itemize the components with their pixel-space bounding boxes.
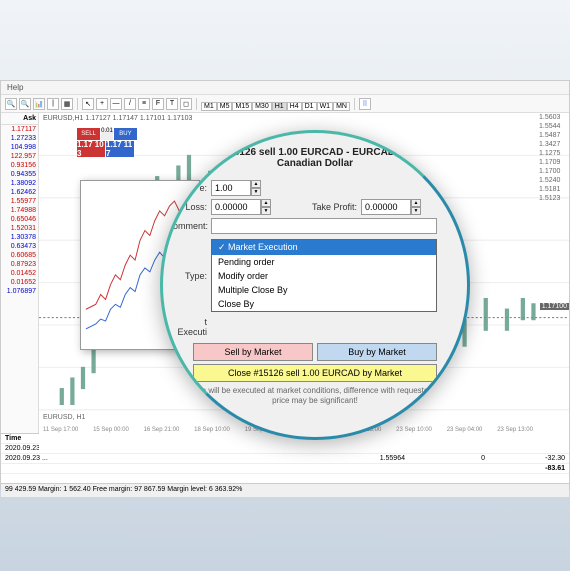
magnifier-lens: Order #15126 sell 1.00 EURCAD - EURCAD, … (160, 130, 470, 440)
vol-up[interactable]: ▲ (251, 180, 261, 188)
text-icon[interactable]: T (166, 98, 178, 110)
zoom-in-icon[interactable]: 🔍 (19, 98, 31, 110)
market-watch-sidebar: Ask 1.171171.27233104.998122.9570.931560… (1, 113, 39, 433)
price-row[interactable]: 122.957 (1, 152, 38, 161)
chart-symbol-info: EURUSD,H1 1.17127 1.17147 1.17101 1.1710… (43, 115, 192, 122)
candle-icon[interactable]: | (47, 98, 59, 110)
timeframe-h1[interactable]: H1 (272, 102, 287, 111)
price-row[interactable]: 1.38092 (1, 179, 38, 188)
buy-market-button[interactable]: Buy by Market (317, 343, 437, 361)
channel-icon[interactable]: ≡ (138, 98, 150, 110)
type-option[interactable]: Pending order (212, 255, 436, 269)
sell-market-button[interactable]: Sell by Market (193, 343, 313, 361)
order-dialog-title: Order #15126 sell 1.00 EURCAD - EURCAD, … (173, 143, 457, 177)
line-icon[interactable]: — (110, 98, 122, 110)
price-row[interactable]: 1.27233 (1, 134, 38, 143)
menubar[interactable]: Help (1, 81, 569, 95)
type-dropdown[interactable]: Market ExecutionPending orderModify orde… (211, 239, 437, 312)
price-row[interactable]: 1.62462 (1, 188, 38, 197)
fib-icon[interactable]: F (152, 98, 164, 110)
toolbar: 🔍 🔍 📊 | ▦ ↖ + — / ≡ F T ◻ M1M5M15M30H1H4… (1, 95, 569, 113)
timeframe-mn[interactable]: MN (333, 102, 350, 111)
quick-sell-price: 1.17 10 3 (77, 141, 105, 157)
shapes-icon[interactable]: ◻ (180, 98, 192, 110)
price-row[interactable]: 1.30378 (1, 233, 38, 242)
tp-up[interactable]: ▲ (411, 199, 421, 207)
stop-loss-input[interactable] (211, 199, 261, 215)
one-click-ticket: SELL 0.01 BUY 1.17 10 3 1.17 11 7 (77, 128, 137, 158)
vol-down[interactable]: ▼ (251, 188, 261, 196)
chart-type-icon[interactable]: 📊 (33, 98, 45, 110)
volume-input[interactable] (211, 180, 251, 196)
price-row[interactable]: 0.01652 (1, 278, 38, 287)
timeframe-m1[interactable]: M1 (201, 102, 217, 111)
timeframe-m15[interactable]: M15 (232, 102, 252, 111)
price-row[interactable]: 104.998 (1, 143, 38, 152)
type-option[interactable]: Modify order (212, 269, 436, 283)
close-position-button[interactable]: Close #15126 sell 1.00 EURCAD by Market (193, 364, 437, 382)
quick-vol[interactable]: 0.01 (101, 128, 113, 140)
price-row[interactable]: 1.74988 (1, 206, 38, 215)
total-profit: -83.61 (485, 465, 565, 472)
status-bar: 99 429.59 Margin: 1 562.40 Free margin: … (1, 483, 569, 497)
price-axis: 1.56031.55441.54871.34271.12751.17091.17… (537, 113, 569, 433)
timeframe-h4[interactable]: H4 (287, 102, 302, 111)
grid-icon[interactable]: ▦ (61, 98, 73, 110)
price-row[interactable]: 0.65046 (1, 215, 38, 224)
take-profit-input[interactable] (361, 199, 411, 215)
exec-label: t Executi (173, 317, 211, 337)
timeframe-d1[interactable]: D1 (302, 102, 317, 111)
price-row[interactable]: 1.55977 (1, 197, 38, 206)
quick-buy-price: 1.17 11 7 (106, 141, 134, 157)
price-row[interactable]: 0.87923 (1, 260, 38, 269)
quick-sell-button[interactable]: SELL (77, 128, 100, 140)
quick-buy-button[interactable]: BUY (114, 128, 137, 140)
type-label: Type: (173, 271, 211, 281)
crosshair-icon[interactable]: + (96, 98, 108, 110)
type-option[interactable]: Close By (212, 297, 436, 311)
zoom-out-icon[interactable]: 🔍 (5, 98, 17, 110)
tp-down[interactable]: ▼ (411, 207, 421, 215)
price-row[interactable]: 0.63473 (1, 242, 38, 251)
price-row[interactable]: 1.076897 (1, 287, 38, 296)
price-row[interactable]: 0.01452 (1, 269, 38, 278)
price-row[interactable]: 1.17117 (1, 125, 38, 134)
timeframe-m5[interactable]: M5 (217, 102, 233, 111)
sidebar-header: Ask (1, 113, 38, 125)
tiles-icon[interactable]: ⠿ (359, 98, 371, 110)
volume-label: e: (173, 183, 211, 193)
price-row[interactable]: 0.93156 (1, 161, 38, 170)
type-option[interactable]: Multiple Close By (212, 283, 436, 297)
price-row[interactable]: 0.94355 (1, 170, 38, 179)
cursor-icon[interactable]: ↖ (82, 98, 94, 110)
price-row[interactable]: 0.60685 (1, 251, 38, 260)
trend-icon[interactable]: / (124, 98, 136, 110)
execution-note: de will be executed at market conditions… (193, 386, 437, 407)
chart-footer: EURUSD, H1 (43, 414, 85, 421)
price-row[interactable]: 1.52031 (1, 224, 38, 233)
take-profit-label: Take Profit: (291, 202, 361, 212)
stop-loss-label: Loss: (173, 202, 211, 212)
sl-down[interactable]: ▼ (261, 207, 271, 215)
timeframe-m30[interactable]: M30 (252, 102, 272, 111)
comment-label: omment: (173, 221, 211, 231)
current-price-badge: 1.17100 (540, 303, 569, 310)
timeframe-w1[interactable]: W1 (317, 102, 334, 111)
comment-input[interactable] (211, 218, 437, 234)
sl-up[interactable]: ▲ (261, 199, 271, 207)
type-option[interactable]: Market Execution (212, 240, 436, 255)
